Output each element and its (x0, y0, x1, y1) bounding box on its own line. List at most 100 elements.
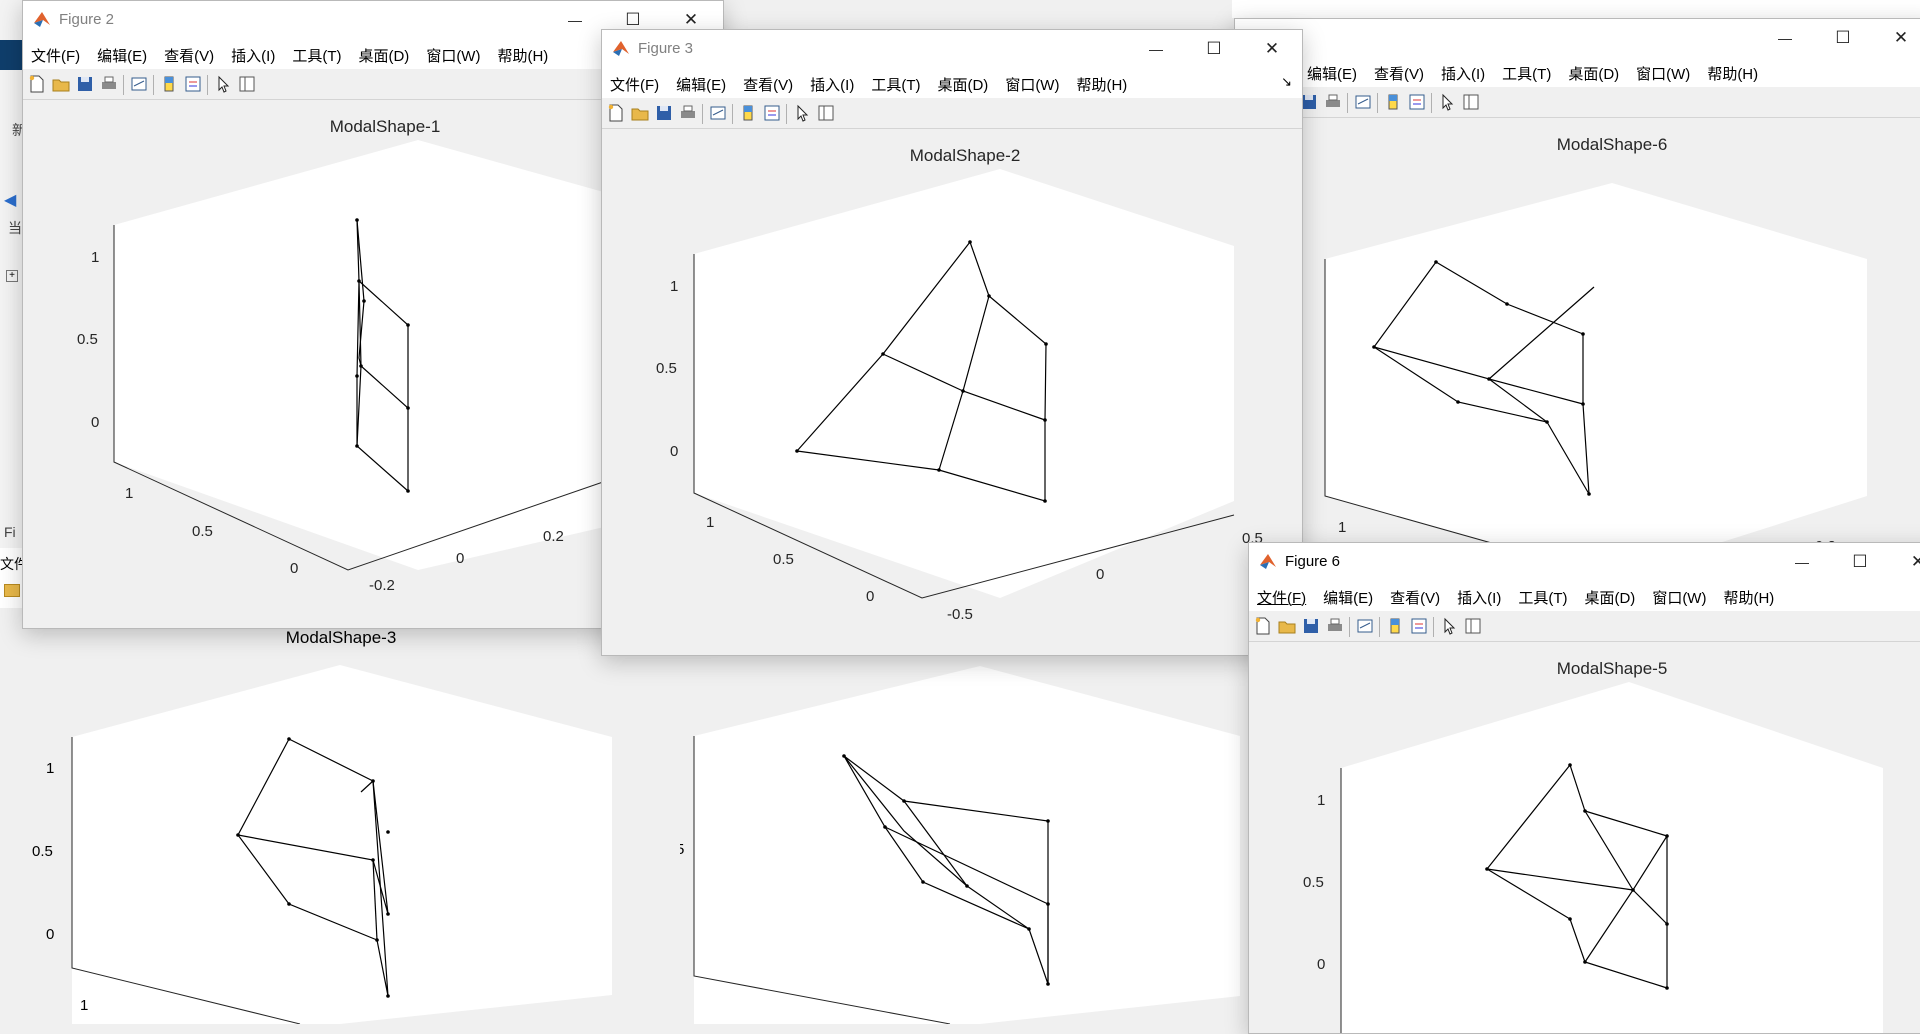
open-folder-icon[interactable] (4, 584, 20, 597)
save-icon[interactable] (75, 74, 95, 94)
menu-insert[interactable]: 插入(I) (1449, 581, 1510, 608)
figure7-window[interactable]: e 7 — ☐ ✕ 编辑(E)查看(V)插入(I)工具(T)桌面(D)窗口(W)… (1234, 18, 1920, 560)
menu-insert[interactable]: 插入(I) (802, 68, 863, 95)
colorbar-icon[interactable] (1383, 92, 1403, 112)
menu-tools[interactable]: 工具(T) (863, 68, 929, 95)
open-folder-icon[interactable] (51, 74, 71, 94)
pointer-icon[interactable] (1439, 616, 1459, 636)
menu-edit[interactable]: 编辑(E) (89, 39, 156, 66)
close-button[interactable]: ✕ (1872, 19, 1920, 57)
z-tick: 0 (670, 443, 678, 460)
colorbar-icon[interactable] (738, 103, 758, 123)
menu-window[interactable]: 窗口(W) (1628, 57, 1699, 84)
menu-desktop[interactable]: 桌面(D) (1560, 57, 1628, 84)
menu-help[interactable]: 帮助(H) (1715, 581, 1783, 608)
pointer-icon[interactable] (1437, 92, 1457, 112)
pointer-icon[interactable] (213, 74, 233, 94)
print-icon[interactable] (1323, 92, 1343, 112)
figure3-titlebar[interactable]: Figure 3 — ☐ ✕ (602, 30, 1302, 68)
menu-view[interactable]: 查看(V) (156, 39, 223, 66)
print-icon[interactable] (678, 103, 698, 123)
maximize-button[interactable]: ☐ (1185, 30, 1243, 68)
menu-insert[interactable]: 插入(I) (1433, 57, 1494, 84)
menu-tools[interactable]: 工具(T) (1510, 581, 1576, 608)
maximize-button[interactable]: ☐ (1831, 543, 1889, 581)
new-figure-icon[interactable] (27, 74, 47, 94)
toolbar-separator (1347, 93, 1348, 113)
legend-icon[interactable] (1407, 92, 1427, 112)
pointer-icon[interactable] (792, 103, 812, 123)
z-tick: 1 (1317, 792, 1325, 809)
menu-view[interactable]: 查看(V) (1382, 581, 1449, 608)
bottom-middle-figure[interactable]: 5 (680, 656, 1250, 1024)
maximize-button[interactable]: ☐ (1814, 19, 1872, 57)
menu-tools[interactable]: 工具(T) (1494, 57, 1560, 84)
minimize-button[interactable]: — (1127, 30, 1185, 68)
menu-tools[interactable]: 工具(T) (284, 39, 350, 66)
menu-window[interactable]: 窗口(W) (418, 39, 489, 66)
open-folder-icon[interactable] (630, 103, 650, 123)
expand-icon[interactable]: + (6, 270, 18, 282)
figure3-axes[interactable]: ModalShape-2 1 0.5 0 1 0.5 0 -0.5 0 0.5 (602, 129, 1302, 655)
bottom-left-figure[interactable]: ModalShape-3 1 0.5 0 1 (0, 620, 680, 1024)
figure6-plot: ModalShape-5 1 0.5 0 (1303, 659, 1883, 1033)
close-button[interactable]: ✕ (1243, 30, 1301, 68)
property-editor-icon[interactable] (237, 74, 257, 94)
minimize-button[interactable]: — (546, 1, 604, 39)
menu-help[interactable]: 帮助(H) (489, 39, 557, 66)
figure7-axes[interactable]: ModalShape-6 1 5 0 1 0.2 (1235, 118, 1920, 558)
menu-edit[interactable]: 编辑(E) (1315, 581, 1382, 608)
menu-edit[interactable]: 编辑(E) (1299, 57, 1366, 84)
figure6-titlebar[interactable]: Figure 6 — ☐ ✕ (1249, 543, 1920, 581)
link-plot-icon[interactable] (1353, 92, 1373, 112)
menu-desktop[interactable]: 桌面(D) (350, 39, 418, 66)
legend-icon[interactable] (183, 74, 203, 94)
legend-icon[interactable] (762, 103, 782, 123)
link-plot-icon[interactable] (129, 74, 149, 94)
plot-title: ModalShape-3 (286, 628, 397, 647)
background-window-fragment: 文件( (0, 548, 24, 608)
new-figure-icon[interactable] (606, 103, 626, 123)
new-figure-icon[interactable] (1253, 616, 1273, 636)
print-icon[interactable] (1325, 616, 1345, 636)
menu-view[interactable]: 查看(V) (735, 68, 802, 95)
legend-icon[interactable] (1409, 616, 1429, 636)
print-icon[interactable] (99, 74, 119, 94)
colorbar-icon[interactable] (1385, 616, 1405, 636)
minimize-button[interactable]: — (1773, 543, 1831, 581)
menu-desktop[interactable]: 桌面(D) (1576, 581, 1644, 608)
menu-help[interactable]: 帮助(H) (1068, 68, 1136, 95)
minimize-button[interactable]: — (1756, 19, 1814, 57)
property-editor-icon[interactable] (1463, 616, 1483, 636)
figure3-window[interactable]: Figure 3 — ☐ ✕ 文件(F) 编辑(E) 查看(V) 插入(I) 工具(T)… (601, 29, 1303, 656)
menu-file[interactable]: 文件(F) (602, 68, 668, 95)
link-plot-icon[interactable] (708, 103, 728, 123)
save-icon[interactable] (654, 103, 674, 123)
menu-window[interactable]: 窗口(W) (997, 68, 1068, 95)
property-editor-icon[interactable] (816, 103, 836, 123)
menu-edit[interactable]: 编辑(E) (668, 68, 735, 95)
menu-window[interactable]: 窗口(W) (1644, 581, 1715, 608)
open-folder-icon[interactable] (1277, 616, 1297, 636)
menu-desktop[interactable]: 桌面(D) (929, 68, 997, 95)
menu-file[interactable]: 文件(F) (1249, 581, 1315, 608)
x-tick: 0.5 (192, 523, 213, 540)
figure7-titlebar[interactable]: e 7 — ☐ ✕ (1235, 19, 1920, 57)
link-plot-icon[interactable] (1355, 616, 1375, 636)
bottom-middle-plot: 5 (680, 666, 1240, 1024)
menu-view[interactable]: 查看(V) (1366, 57, 1433, 84)
dock-arrow-icon[interactable]: ↘ (1281, 74, 1292, 90)
figure6-axes[interactable]: ModalShape-5 1 0.5 0 (1249, 642, 1920, 1033)
figure6-menubar: 文件(F) 编辑(E) 查看(V) 插入(I) 工具(T) 桌面(D) 窗口(W) 帮助(H) (1249, 581, 1920, 611)
figure6-window[interactable]: Figure 6 — ☐ ✕ 文件(F)编辑(E)查看(V)插入(I)工具(T)… (1248, 542, 1920, 1034)
colorbar-icon[interactable] (159, 74, 179, 94)
background-toolbar-dark (0, 40, 24, 70)
menu-file[interactable]: 文件(F) (23, 39, 89, 66)
menu-help[interactable]: 帮助(H) (1699, 57, 1767, 84)
close-button[interactable]: ✕ (1889, 543, 1920, 581)
save-icon[interactable] (1301, 616, 1321, 636)
figure3-plot: ModalShape-2 1 0.5 0 1 0.5 0 -0.5 0 0.5 (656, 146, 1263, 623)
back-arrow-icon[interactable]: ◀ (4, 190, 16, 210)
menu-insert[interactable]: 插入(I) (223, 39, 284, 66)
property-editor-icon[interactable] (1461, 92, 1481, 112)
